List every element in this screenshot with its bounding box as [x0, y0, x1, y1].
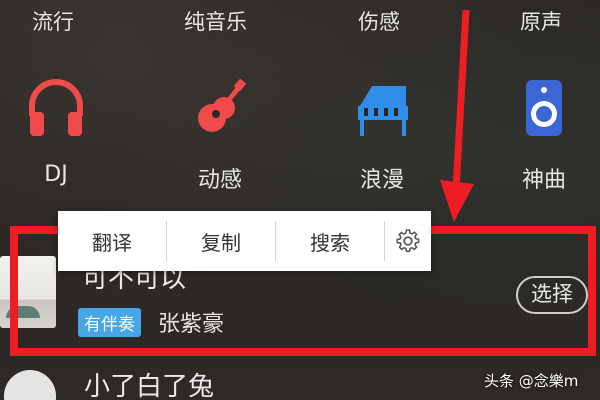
- category-dynamic[interactable]: 动感: [180, 76, 260, 193]
- category-hit[interactable]: 神曲: [504, 76, 584, 193]
- category-dynamic-label: 动感: [197, 168, 242, 193]
- category-romantic-label: 浪漫: [359, 168, 404, 193]
- settings-button[interactable]: [385, 211, 431, 271]
- next-song-title: 小了白了兔: [84, 372, 215, 400]
- guitar-icon: [198, 78, 247, 132]
- headphones-icon: [29, 79, 83, 136]
- text-selection-menu: 翻译 复制 搜索: [58, 211, 431, 271]
- category-dj-label: DJ: [44, 162, 68, 187]
- translate-button[interactable]: 翻译: [58, 211, 166, 271]
- category-row-top: 流行 纯音乐 伤感 原声: [0, 0, 600, 40]
- category-romantic[interactable]: 浪漫: [342, 76, 422, 193]
- category-dj[interactable]: DJ: [16, 76, 96, 187]
- category-pop[interactable]: 流行: [32, 6, 74, 36]
- speaker-icon: [526, 80, 562, 136]
- category-sad[interactable]: 伤感: [358, 6, 400, 36]
- category-hit-label: 神曲: [521, 168, 566, 193]
- next-album-cover: [4, 370, 56, 400]
- piano-icon: [358, 86, 408, 136]
- category-soundtrack[interactable]: 原声: [520, 6, 562, 36]
- annotation-arrow: [440, 9, 474, 222]
- gear-icon: [396, 229, 420, 253]
- search-button[interactable]: 搜索: [276, 211, 384, 271]
- watermark: 头条 @念樂m: [484, 372, 579, 390]
- category-pure-music[interactable]: 纯音乐: [184, 6, 247, 36]
- copy-button[interactable]: 复制: [167, 211, 275, 271]
